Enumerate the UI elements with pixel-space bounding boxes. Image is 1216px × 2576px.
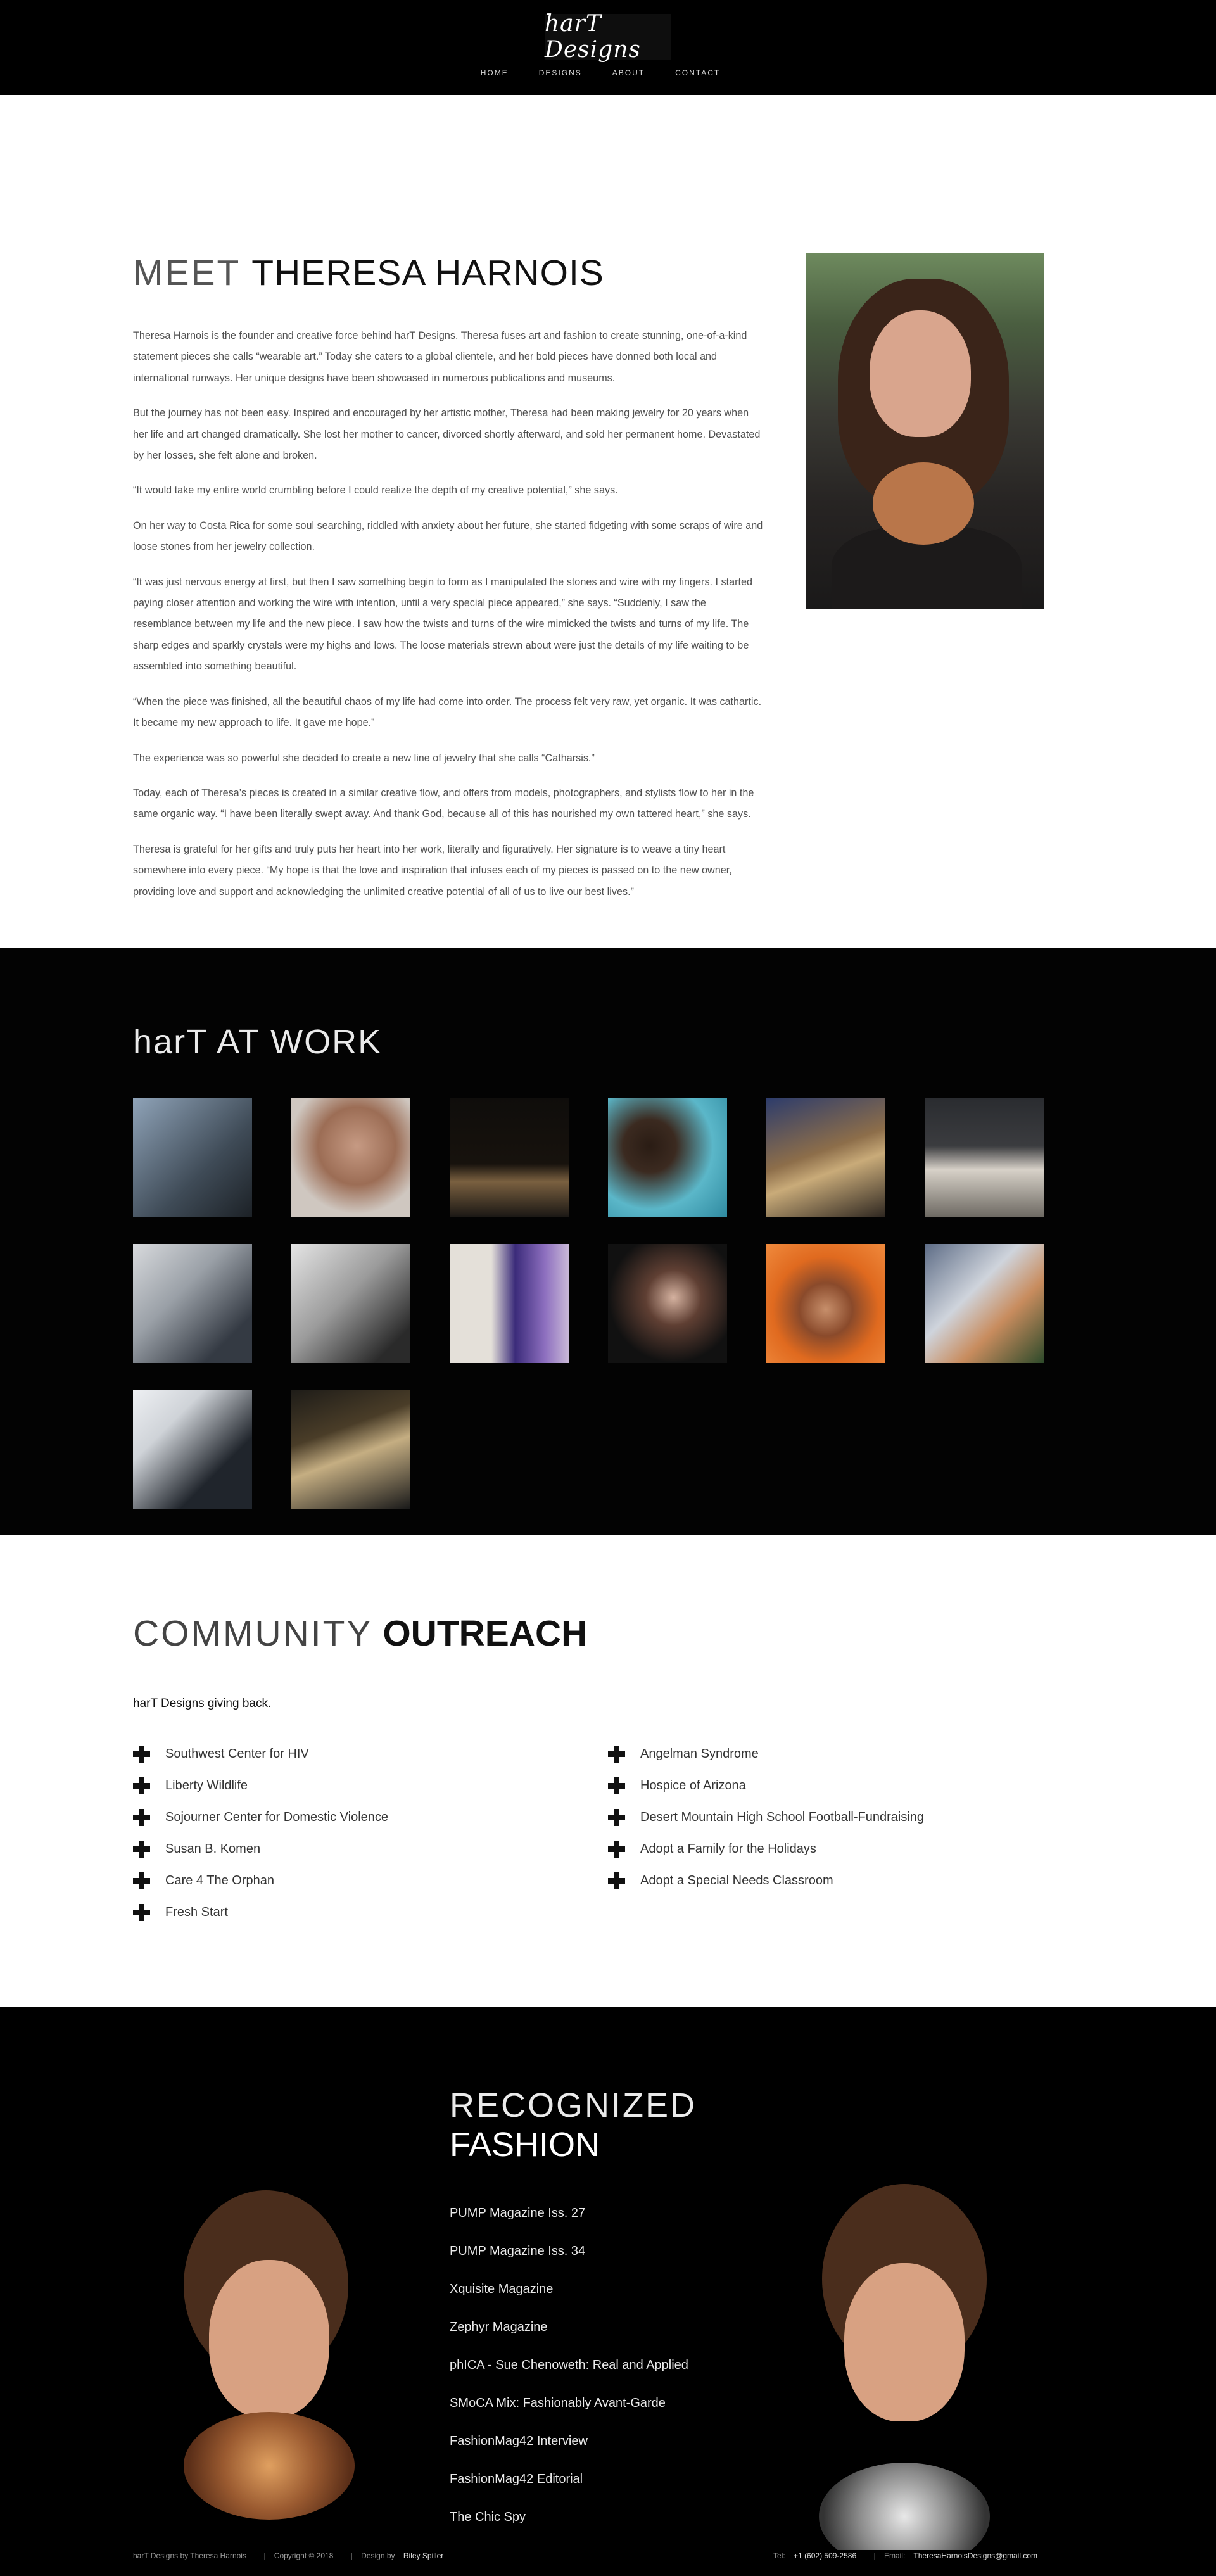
work-photo-7[interactable] (133, 1244, 252, 1363)
site-header: harT Designs HOME DESIGNS ABOUT CONTACT (0, 0, 1216, 95)
publication-link[interactable]: Zephyr Magazine (450, 2318, 688, 2356)
footer-design-label: Design by (361, 2551, 395, 2560)
work-photo-8[interactable] (291, 1244, 410, 1363)
work-photo-11[interactable] (766, 1244, 885, 1363)
logo-text: harT Designs (545, 11, 641, 63)
outreach-item: Liberty Wildlife (133, 1770, 388, 1801)
footer-tel-label: Tel: (773, 2551, 785, 2560)
work-photo-4[interactable] (608, 1098, 727, 1217)
outreach-item: Susan B. Komen (133, 1833, 388, 1865)
recognized-list: PUMP Magazine Iss. 27 PUMP Magazine Iss.… (450, 2204, 688, 2546)
about-paragraph: “It was just nervous energy at first, bu… (133, 576, 753, 673)
plus-icon (133, 1903, 150, 1921)
outreach-item: Southwest Center for HIV (133, 1738, 388, 1770)
plus-icon (133, 1745, 150, 1763)
about-paragraph: On her way to Costa Rica for some soul s… (133, 519, 763, 553)
nav-contact[interactable]: CONTACT (660, 68, 735, 77)
recognized-section: RECOGNIZED FASHION PUMP Magazine Iss. 27… (0, 2007, 1216, 2576)
plus-icon (608, 1840, 625, 1858)
about-paragraph: Theresa is grateful for her gifts and tr… (133, 843, 732, 898)
outreach-item: Care 4 The Orphan (133, 1865, 388, 1896)
publication-link[interactable]: SMoCA Mix: Fashionably Avant-Garde (450, 2394, 688, 2432)
outreach-list-left: Southwest Center for HIV Liberty Wildlif… (133, 1738, 388, 1928)
recognized-title-bold: FASHION (450, 2126, 600, 2164)
outreach-item: Hospice of Arizona (608, 1770, 924, 1801)
model-photo-right (765, 2184, 1044, 2550)
about-section: MEET THERESA HARNOIS Theresa Harnois is … (0, 95, 1216, 948)
plus-icon (608, 1872, 625, 1889)
publication-link[interactable]: PUMP Magazine Iss. 27 (450, 2204, 688, 2242)
about-paragraph: Today, each of Theresa’s pieces is creat… (133, 787, 754, 820)
about-paragraph: “It would take my entire world crumbling… (133, 485, 618, 497)
footer-designer-link[interactable]: Riley Spiller (403, 2551, 443, 2560)
nav-designs[interactable]: DESIGNS (524, 68, 597, 77)
publication-link[interactable]: Xquisite Magazine (450, 2280, 688, 2318)
about-paragraph: “When the piece was finished, all the be… (133, 695, 762, 729)
outreach-item: Angelman Syndrome (608, 1738, 924, 1770)
about-text: Theresa Harnois is the founder and creat… (133, 326, 765, 917)
outreach-item: Adopt a Family for the Holidays (608, 1833, 924, 1865)
footer-site-name: harT Designs by Theresa Harnois (133, 2551, 246, 2560)
nav-home[interactable]: HOME (481, 68, 524, 77)
community-title: COMMUNITY OUTREACH (133, 1613, 587, 1654)
main-nav: HOME DESIGNS ABOUT CONTACT (0, 68, 1216, 77)
plus-icon (608, 1745, 625, 1763)
about-title: MEET THERESA HARNOIS (133, 252, 604, 294)
work-photo-14[interactable] (291, 1390, 410, 1509)
work-photo-10[interactable] (608, 1244, 727, 1363)
plus-icon (133, 1777, 150, 1794)
work-section: harT AT WORK (0, 948, 1216, 1535)
publication-link[interactable]: PUMP Magazine Iss. 34 (450, 2242, 688, 2280)
plus-icon (133, 1840, 150, 1858)
site-logo[interactable]: harT Designs (545, 11, 671, 63)
work-photo-9[interactable] (450, 1244, 569, 1363)
recognized-title-light: RECOGNIZED (450, 2086, 697, 2124)
work-photo-6[interactable] (925, 1098, 1044, 1217)
about-paragraph: The experience was so powerful she decid… (133, 752, 595, 764)
outreach-item: Desert Mountain High School Football-Fun… (608, 1801, 924, 1833)
footer-phone-link[interactable]: +1 (602) 509-2586 (794, 2551, 856, 2560)
about-title-bold: THERESA HARNOIS (251, 253, 604, 293)
footer-copyright: Copyright © 2018 (274, 2551, 334, 2560)
model-photo-left (133, 2184, 412, 2550)
plus-icon (133, 1872, 150, 1889)
footer-right: Tel: +1 (602) 509-2586 | Email: TheresaH… (773, 2551, 1037, 2560)
site-footer: harT Designs by Theresa Harnois | Copyri… (133, 2551, 1044, 2566)
community-section: COMMUNITY OUTREACH harT Designs giving b… (0, 1535, 1216, 2007)
plus-icon (608, 1777, 625, 1794)
about-paragraph: But the journey has not been easy. Inspi… (133, 407, 761, 462)
outreach-list-right: Angelman Syndrome Hospice of Arizona Des… (608, 1738, 924, 1896)
plus-icon (133, 1808, 150, 1826)
work-photo-2[interactable] (291, 1098, 410, 1217)
outreach-item: Sojourner Center for Domestic Violence (133, 1801, 388, 1833)
community-subtitle: harT Designs giving back. (133, 1697, 272, 1710)
footer-email-link[interactable]: TheresaHarnoisDesigns@gmail.com (913, 2551, 1037, 2560)
work-photo-1[interactable] (133, 1098, 252, 1217)
plus-icon (608, 1808, 625, 1826)
outreach-item: Adopt a Special Needs Classroom (608, 1865, 924, 1896)
work-photo-3[interactable] (450, 1098, 569, 1217)
footer-email-label: Email: (884, 2551, 906, 2560)
nav-about[interactable]: ABOUT (597, 68, 660, 77)
recognized-title: RECOGNIZED FASHION (450, 2086, 697, 2164)
about-title-light: MEET (133, 253, 241, 293)
publication-link[interactable]: The Chic Spy (450, 2508, 688, 2546)
footer-left: harT Designs by Theresa Harnois | Copyri… (133, 2551, 444, 2560)
community-title-bold: OUTREACH (383, 1613, 588, 1654)
work-photo-13[interactable] (133, 1390, 252, 1509)
publication-link[interactable]: FashionMag42 Editorial (450, 2470, 688, 2508)
about-paragraph: Theresa Harnois is the founder and creat… (133, 330, 747, 384)
work-title: harT AT WORK (133, 1023, 383, 1061)
community-title-light: COMMUNITY (133, 1613, 373, 1654)
work-photo-5[interactable] (766, 1098, 885, 1217)
outreach-item: Fresh Start (133, 1896, 388, 1928)
publication-link[interactable]: phICA - Sue Chenoweth: Real and Applied (450, 2356, 688, 2394)
theresa-portrait-photo (806, 253, 1044, 609)
work-photo-12[interactable] (925, 1244, 1044, 1363)
publication-link[interactable]: FashionMag42 Interview (450, 2432, 688, 2470)
